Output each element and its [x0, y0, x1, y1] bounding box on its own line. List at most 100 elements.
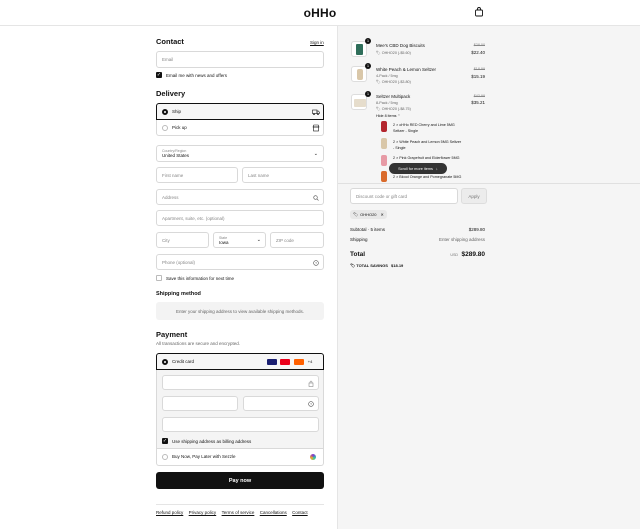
sezzle-icon: [310, 454, 316, 460]
item-old-price: $28.00: [473, 43, 485, 47]
logo[interactable]: oHHo: [0, 6, 640, 20]
card-number-input[interactable]: [162, 375, 319, 390]
scroll-hint-pill[interactable]: Scroll for more items ↓: [389, 163, 447, 174]
last-name-input[interactable]: Last name: [242, 167, 324, 183]
contact-link[interactable]: Contact: [292, 510, 308, 515]
total-amount: USD $289.80: [418, 251, 485, 258]
security-code-input[interactable]: ?: [243, 396, 319, 411]
city-input[interactable]: City: [156, 232, 209, 248]
shopping-bag-icon[interactable]: [474, 7, 484, 17]
bundle-item-image: [381, 138, 387, 149]
pickup-radio[interactable]: [162, 125, 168, 131]
billing-checkbox[interactable]: ✓: [162, 438, 168, 444]
biscuit-box-image: [356, 44, 363, 55]
item-price: $35.21: [471, 100, 485, 105]
contact-title: Contact: [156, 37, 184, 46]
discount-tag: 🏷 OHHO20 ✕: [350, 210, 387, 219]
privacy-policy-link[interactable]: Privacy policy: [189, 510, 217, 515]
email-input[interactable]: Email: [156, 51, 324, 68]
discount-tag-code: OHHO20: [360, 212, 377, 217]
total-value: $289.80: [461, 251, 486, 258]
item-variant: 8-Pack / 5mg: [376, 101, 398, 105]
store-icon: [312, 124, 320, 132]
item-discount: 🏷 OHHO20 (-$3.80): [376, 80, 411, 84]
zip-input[interactable]: ZIP code: [270, 232, 324, 248]
name-on-card-input[interactable]: [162, 417, 319, 432]
shipping-label: Shipping: [350, 237, 368, 242]
multipack-image: [354, 99, 366, 107]
hide-items-label: Hide 8 items: [376, 114, 397, 118]
item-quantity-badge: 1: [365, 91, 371, 97]
phone-input[interactable]: Phone (optional) ?: [156, 254, 324, 270]
order-summary: 1 Mee's CBD Dog Biscuits 🏷 OHHO20 (-$5.6…: [337, 26, 640, 529]
save-info-checkbox[interactable]: [156, 275, 162, 281]
bundle-item: 2 × Blood Orange and Pomegranate 5MG: [393, 175, 461, 179]
card-logos: +4: [265, 359, 312, 365]
help-circle-icon[interactable]: ?: [313, 260, 319, 266]
svg-text:?: ?: [315, 261, 317, 265]
terms-of-service-link[interactable]: Terms of service: [222, 510, 255, 515]
save-info-label: Save this information for next time: [166, 276, 235, 281]
billing-label: Use shipping address as billing address: [172, 439, 252, 444]
refund-policy-link[interactable]: Refund policy: [156, 510, 183, 515]
state-select[interactable]: State Iowa ⌄: [213, 232, 266, 248]
news-checkbox[interactable]: ✓: [156, 72, 162, 78]
item-old-price: $18.99: [473, 67, 485, 71]
total-label: Total: [350, 251, 366, 258]
first-name-input[interactable]: First name: [156, 167, 238, 183]
expiry-input[interactable]: [162, 396, 238, 411]
sezzle-label: Buy Now, Pay Later with Sezzle: [172, 454, 236, 459]
arrow-down-icon: ↓: [435, 166, 438, 171]
product-image-seltzer-multipack: [351, 94, 367, 110]
apply-button[interactable]: Apply: [461, 188, 487, 204]
header: oHHo: [0, 0, 640, 26]
hide-items-toggle[interactable]: Hide 8 items ⌃: [376, 114, 401, 118]
item-price: $22.40: [471, 50, 485, 55]
sezzle-option[interactable]: Buy Now, Pay Later with Sezzle: [156, 449, 324, 466]
ship-radio[interactable]: [162, 109, 168, 115]
apartment-input[interactable]: Apartment, suite, etc. (optional): [156, 210, 324, 226]
address-placeholder: Address: [162, 194, 179, 200]
shipping-method-message: Enter your shipping address to view avai…: [156, 302, 324, 320]
country-select[interactable]: Country/Region United States ⌄: [156, 145, 324, 162]
item-price: $15.19: [471, 74, 485, 79]
item-discount-text: OHHO20 (-$8.75): [381, 107, 411, 111]
remove-tag-icon[interactable]: ✕: [381, 212, 384, 217]
footer-divider: [156, 504, 324, 505]
footer-links: Refund policy Privacy policy Terms of se…: [156, 510, 312, 516]
divider: [338, 183, 640, 184]
total-currency: USD: [450, 253, 459, 257]
help-circle-icon[interactable]: ?: [308, 401, 314, 407]
shipping-method-title: Shipping method: [156, 291, 201, 297]
ship-option[interactable]: Ship: [156, 103, 324, 120]
bundle-item-line2: - Single: [393, 146, 406, 150]
phone-placeholder: Phone (optional): [162, 259, 196, 265]
ship-label: Ship: [172, 109, 182, 114]
payment-title: Payment: [156, 330, 188, 339]
product-image-white-peach-seltzer: [351, 66, 367, 82]
visa-icon: [267, 359, 277, 365]
pay-now-button[interactable]: Pay now: [156, 472, 324, 489]
delivery-title: Delivery: [156, 89, 186, 98]
item-name: Mee's CBD Dog Biscuits: [376, 43, 425, 48]
sign-in-link[interactable]: Sign in: [310, 40, 324, 45]
payment-subtitle: All transactions are secure and encrypte…: [156, 341, 241, 346]
credit-card-option[interactable]: Credit card +4: [156, 353, 324, 370]
credit-card-radio[interactable]: [162, 359, 168, 365]
pickup-option[interactable]: Pick up: [156, 120, 324, 136]
chevron-down-icon: ⌄: [313, 151, 318, 157]
address-input[interactable]: Address: [156, 189, 324, 205]
card-form: ? ✓ Use shipping address as billing addr…: [156, 370, 324, 449]
savings-value: $18.19: [391, 263, 404, 268]
bundle-item-image: [381, 121, 387, 132]
sezzle-radio[interactable]: [162, 454, 168, 460]
scroll-hint-text: Scroll for more items: [398, 166, 433, 171]
state-value: Iowa: [219, 239, 229, 245]
bundle-item-line2: Seltzer - Single: [393, 129, 419, 133]
savings-label: TOTAL SAVINGS: [356, 263, 388, 268]
cancellations-link[interactable]: Cancellations: [260, 510, 287, 515]
svg-text:?: ?: [310, 402, 312, 406]
discount-code-input[interactable]: Discount code or gift card: [350, 188, 458, 204]
item-discount-text: OHHO20 (-$5.60): [381, 51, 411, 55]
bundle-item-line1: 2 × Blood Orange and Pomegranate 5MG: [393, 175, 462, 179]
